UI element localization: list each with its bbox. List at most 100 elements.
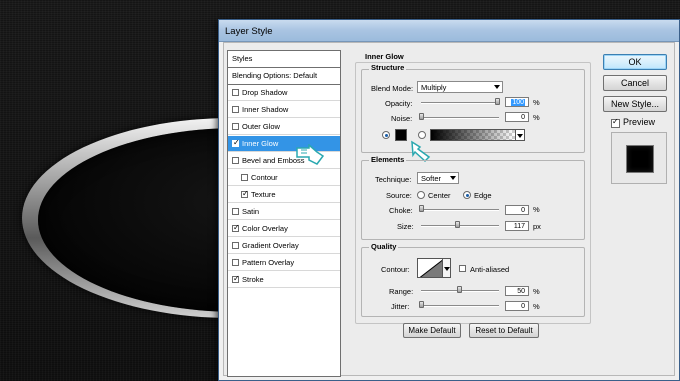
range-label: Range:	[389, 287, 414, 296]
style-item-label: Contour	[251, 173, 278, 182]
solid-color-radio[interactable]	[382, 131, 390, 139]
noise-slider-thumb[interactable]	[419, 113, 424, 120]
jitter-slider-thumb[interactable]	[419, 301, 424, 308]
choke-slider-thumb[interactable]	[419, 205, 424, 212]
source-label: Source:	[386, 191, 412, 200]
style-item-color-overlay[interactable]: Color Overlay	[228, 221, 340, 237]
styles-header-label: Styles	[232, 54, 253, 63]
choke-slider[interactable]	[421, 209, 499, 211]
blend-mode-value: Multiply	[421, 83, 447, 92]
color-overlay-checkbox[interactable]	[232, 222, 240, 234]
gradient-radio[interactable]	[418, 131, 426, 139]
glow-color-swatch[interactable]	[395, 129, 407, 141]
jitter-unit: %	[533, 302, 540, 311]
style-preview-swatch	[626, 145, 654, 173]
source-center-radio[interactable]	[417, 191, 425, 199]
style-item-texture[interactable]: Texture	[228, 187, 340, 203]
opacity-slider[interactable]	[421, 102, 499, 104]
range-slider-thumb[interactable]	[457, 286, 462, 293]
inner-shadow-checkbox[interactable]	[232, 106, 239, 113]
style-item-drop-shadow[interactable]: Drop Shadow	[228, 85, 340, 101]
choke-value: 0	[521, 207, 525, 214]
outer-glow-checkbox[interactable]	[232, 123, 239, 130]
pattern-overlay-checkbox[interactable]	[232, 259, 239, 266]
contour-label: Contour:	[381, 265, 410, 274]
preview-checkbox[interactable]	[611, 116, 620, 128]
ok-button[interactable]: OK	[603, 54, 667, 70]
layer-style-dialog: Layer Style Styles Blending Options: Def…	[218, 19, 680, 381]
style-item-label: Inner Glow	[242, 139, 279, 148]
size-label: Size:	[397, 222, 414, 231]
technique-select[interactable]: Softer	[417, 172, 459, 184]
range-input[interactable]: 50	[505, 286, 529, 296]
size-value: 117	[513, 223, 525, 230]
blend-mode-select[interactable]: Multiply	[417, 81, 503, 93]
quality-title: Quality	[369, 242, 399, 251]
source-edge-radio[interactable]	[463, 191, 471, 199]
reset-to-default-button[interactable]: Reset to Default	[469, 323, 539, 338]
source-edge-label: Edge	[474, 191, 492, 200]
opacity-unit: %	[533, 98, 540, 107]
style-item-satin[interactable]: Satin	[228, 204, 340, 220]
noise-unit: %	[533, 113, 540, 122]
style-item-pattern-overlay[interactable]: Pattern Overlay	[228, 255, 340, 271]
panel-title: Inner Glow	[365, 52, 404, 61]
size-input[interactable]: 117	[505, 221, 529, 231]
bevel-emboss-checkbox[interactable]	[232, 157, 239, 164]
contour-dropdown-button[interactable]	[443, 258, 451, 278]
technique-label: Technique:	[375, 175, 412, 184]
noise-slider[interactable]	[421, 117, 499, 119]
size-slider[interactable]	[421, 225, 499, 227]
noise-input[interactable]: 0	[505, 112, 529, 122]
choke-input[interactable]: 0	[505, 205, 529, 215]
drop-shadow-checkbox[interactable]	[232, 89, 239, 96]
opacity-slider-thumb[interactable]	[495, 98, 500, 105]
glow-gradient-picker[interactable]	[430, 129, 516, 141]
style-item-outer-glow[interactable]: Outer Glow	[228, 119, 340, 135]
anti-aliased-checkbox[interactable]	[459, 265, 466, 272]
stroke-checkbox[interactable]	[232, 273, 240, 285]
source-center-label: Center	[428, 191, 451, 200]
style-item-contour[interactable]: Contour	[228, 170, 340, 186]
choke-label: Choke:	[389, 206, 413, 215]
make-default-button[interactable]: Make Default	[403, 323, 461, 338]
jitter-input[interactable]: 0	[505, 301, 529, 311]
contour-curve-icon	[419, 259, 442, 277]
style-item-label: Inner Shadow	[242, 105, 289, 114]
gradient-dropdown-button[interactable]	[516, 129, 525, 141]
opacity-label: Opacity:	[385, 99, 413, 108]
jitter-label: Jitter:	[391, 302, 410, 311]
style-item-gradient-overlay[interactable]: Gradient Overlay	[228, 238, 340, 254]
blending-options-label: Blending Options: Default	[232, 71, 318, 80]
choke-unit: %	[533, 205, 540, 214]
style-item-label: Stroke	[242, 275, 264, 284]
styles-header[interactable]: Styles	[228, 51, 340, 68]
cancel-button[interactable]: Cancel	[603, 75, 667, 91]
blending-options-item[interactable]: Blending Options: Default	[228, 68, 340, 85]
style-item-label: Gradient Overlay	[242, 241, 299, 250]
style-item-label: Outer Glow	[242, 122, 280, 131]
gradient-overlay-checkbox[interactable]	[232, 242, 239, 249]
opacity-input[interactable]: 100	[505, 97, 529, 107]
size-slider-thumb[interactable]	[454, 221, 460, 228]
inner-glow-checkbox[interactable]	[232, 137, 240, 149]
dialog-title: Layer Style	[225, 26, 273, 37]
texture-checkbox[interactable]	[241, 188, 249, 200]
range-unit: %	[533, 287, 540, 296]
style-item-label: Texture	[251, 190, 276, 199]
opacity-value: 100	[511, 99, 525, 106]
contour-checkbox[interactable]	[241, 174, 248, 181]
style-item-inner-shadow[interactable]: Inner Shadow	[228, 102, 340, 118]
jitter-slider[interactable]	[421, 305, 499, 307]
contour-picker[interactable]	[417, 258, 443, 278]
chevron-down-icon	[494, 85, 500, 89]
satin-checkbox[interactable]	[232, 208, 239, 215]
anti-aliased-label: Anti-aliased	[470, 265, 510, 274]
noise-label: Noise:	[391, 114, 413, 123]
style-item-label: Pattern Overlay	[242, 258, 295, 267]
new-style-button[interactable]: New Style...	[603, 96, 667, 112]
style-item-stroke[interactable]: Stroke	[228, 272, 340, 288]
preview-label: Preview	[623, 117, 656, 127]
title-bar: Layer Style	[219, 20, 679, 42]
style-item-label: Satin	[242, 207, 260, 216]
